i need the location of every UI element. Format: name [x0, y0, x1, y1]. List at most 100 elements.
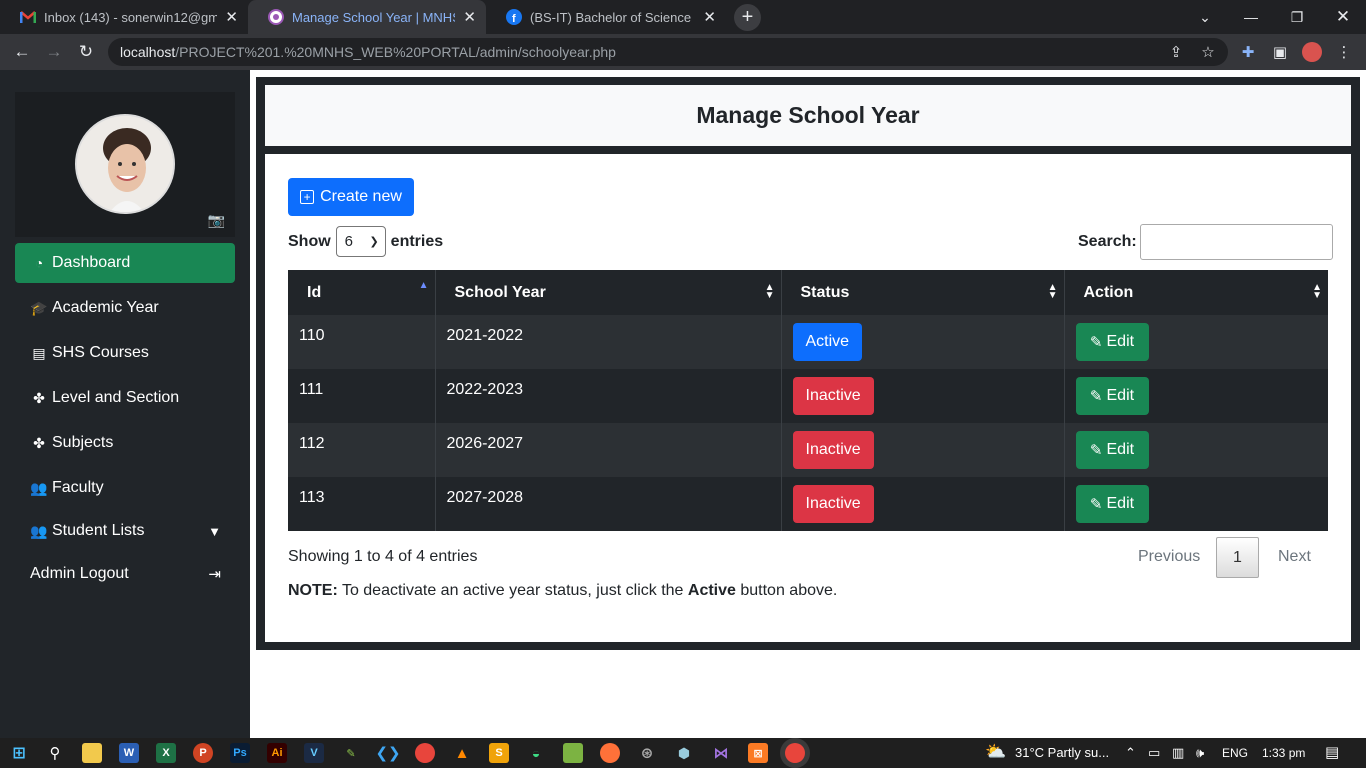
cell-id: 113: [288, 477, 436, 531]
gmail-icon: [20, 9, 36, 25]
address-bar[interactable]: i localhost/PROJECT%201.%20MNHS_WEB%20PO…: [108, 38, 1228, 600]
notifications-icon[interactable]: ▤: [1325, 743, 1339, 761]
extensions-icon[interactable]: ✚: [1238, 42, 1258, 62]
sort-icon: ▲ ▼: [764, 282, 775, 301]
new-tab-button[interactable]: +: [734, 4, 761, 31]
url-host: localhost: [120, 44, 176, 60]
weather-icon[interactable]: ⛅: [985, 742, 1006, 762]
reload-button[interactable]: ↻: [74, 40, 98, 64]
vpn-icon[interactable]: V: [304, 743, 324, 763]
restore-button[interactable]: ❐: [1274, 0, 1320, 34]
close-icon[interactable]: ✕: [225, 8, 238, 26]
edit-button[interactable]: ✎ Edit: [1075, 323, 1149, 361]
sidebar-item-dashboard[interactable]: ◔ Dashboard: [15, 243, 235, 283]
vscode-icon[interactable]: ❮❯: [375, 743, 400, 763]
page-title: Manage School Year: [696, 102, 920, 128]
menu-icon[interactable]: ⋮: [1334, 42, 1354, 62]
battery-icon[interactable]: ▭: [1148, 745, 1160, 761]
language-indicator[interactable]: ENG: [1222, 746, 1248, 760]
sidebar-item-shs-courses[interactable]: ▤ SHS Courses: [15, 333, 235, 373]
windows-start-icon[interactable]: ⊞: [9, 743, 29, 763]
column-header-school-year[interactable]: School Year ▲ ▼: [435, 270, 782, 315]
xampp-icon[interactable]: ⊠: [748, 743, 768, 763]
tab-manage-school-year[interactable]: Manage School Year | MNHS Enr ✕: [248, 0, 486, 34]
back-button[interactable]: ←: [10, 40, 34, 64]
profile-avatar-icon[interactable]: [1302, 42, 1322, 62]
status-inactive-button[interactable]: Inactive: [792, 377, 874, 415]
chrome-active-icon[interactable]: [785, 743, 805, 763]
cell-id: 112: [288, 423, 436, 477]
sidebar-item-level-and-section[interactable]: ✤ Level and Section: [15, 378, 235, 418]
create-new-button[interactable]: + Create new: [288, 178, 414, 216]
weather-text[interactable]: 31°C Partly su...: [1015, 745, 1109, 760]
powerpoint-icon[interactable]: P: [193, 743, 213, 763]
edit-button[interactable]: ✎ Edit: [1075, 485, 1149, 523]
status-active-button[interactable]: Active: [792, 323, 863, 361]
clock[interactable]: 1:33 pm: [1262, 746, 1305, 760]
forward-button[interactable]: →: [42, 40, 66, 64]
close-icon[interactable]: ✕: [463, 8, 476, 26]
photoshop-icon[interactable]: Ps: [230, 743, 250, 763]
sidebar-item-subjects[interactable]: ✤ Subjects: [15, 423, 235, 463]
puzzle-icon: ✤: [33, 389, 45, 406]
file-explorer-icon[interactable]: [82, 743, 102, 763]
bookmark-star-icon[interactable]: ☆: [1198, 42, 1218, 62]
store-icon[interactable]: [563, 743, 583, 763]
tool-icon[interactable]: ✎: [341, 743, 361, 763]
cell-school-year: 2027-2028: [435, 477, 782, 531]
sort-ascending-icon: ▲: [418, 280, 429, 291]
status-inactive-button[interactable]: Inactive: [792, 431, 874, 469]
network-icon[interactable]: ▥: [1172, 745, 1184, 761]
cell-action: ✎ Edit: [1064, 423, 1328, 477]
search-label: Search:: [1078, 233, 1137, 250]
sidebar-item-label: Student Lists: [52, 522, 145, 539]
close-icon[interactable]: ✕: [703, 8, 716, 26]
column-header-action[interactable]: Action ▲ ▼: [1064, 270, 1328, 315]
visual-studio-icon[interactable]: ⋈: [711, 743, 731, 763]
page-1-button[interactable]: 1: [1216, 537, 1259, 578]
illustrator-icon[interactable]: Ai: [267, 743, 287, 763]
sidebar-item-student-lists[interactable]: 👥 Student Lists ▼: [15, 511, 235, 551]
next-page-button[interactable]: Next: [1278, 537, 1311, 577]
tray-expand-icon[interactable]: ⌃: [1125, 745, 1136, 761]
android-icon[interactable]: ◒: [526, 743, 546, 763]
edit-icon: ✎: [1089, 496, 1103, 513]
close-window-button[interactable]: ✕: [1320, 0, 1366, 34]
search-icon[interactable]: ⚲: [45, 743, 65, 763]
sidebar-item-label: Dashboard: [52, 254, 131, 271]
excel-icon[interactable]: X: [156, 743, 176, 763]
status-inactive-button[interactable]: Inactive: [792, 485, 874, 523]
search-input[interactable]: [1139, 224, 1333, 260]
sidebar-item-faculty[interactable]: 👥 Faculty: [15, 468, 235, 508]
sidebar-item-academic-year[interactable]: 🎓 Academic Year: [15, 288, 235, 328]
caret-down-icon[interactable]: ▼: [208, 524, 221, 539]
tab-gmail[interactable]: Inbox (143) - sonerwin12@gmail ✕: [0, 0, 248, 34]
firefox-icon[interactable]: [600, 743, 620, 763]
cube-icon[interactable]: ⬢: [674, 743, 694, 763]
plus-square-icon: +: [300, 190, 315, 204]
edit-button[interactable]: ✎ Edit: [1075, 431, 1149, 469]
column-header-label: Action: [1083, 283, 1134, 301]
svg-text:f: f: [512, 13, 516, 25]
entries-select[interactable]: 6 ❯: [335, 226, 386, 257]
side-panel-icon[interactable]: ▣: [1270, 42, 1290, 62]
edit-button[interactable]: ✎ Edit: [1075, 377, 1149, 415]
word-icon[interactable]: W: [119, 743, 139, 763]
volume-icon[interactable]: 🕪: [1196, 745, 1204, 761]
tab-facebook[interactable]: f (BS-IT) Bachelor of Science in Info ✕: [486, 0, 726, 34]
chrome-icon[interactable]: [415, 743, 435, 763]
tab-search-icon[interactable]: ⌄: [1182, 0, 1228, 34]
camera-icon[interactable]: 📷: [208, 212, 225, 229]
previous-page-button[interactable]: Previous: [1138, 537, 1200, 577]
share-icon[interactable]: ⇪: [1166, 42, 1186, 62]
sublime-icon[interactable]: S: [489, 743, 509, 763]
cell-status: Inactive: [781, 477, 1065, 531]
column-header-id[interactable]: Id ▲: [288, 270, 436, 315]
column-header-status[interactable]: Status ▲ ▼: [781, 270, 1065, 315]
sidebar-item-admin-logout[interactable]: Admin Logout ⇥: [15, 554, 235, 594]
edit-label: Edit: [1106, 441, 1135, 458]
minimize-button[interactable]: —: [1228, 0, 1274, 34]
vlc-icon[interactable]: ▲: [452, 743, 472, 763]
table-row: 112 2026-2027 Inactive ✎ Edit: [288, 423, 1328, 477]
app-icon[interactable]: ⊛: [637, 743, 657, 763]
